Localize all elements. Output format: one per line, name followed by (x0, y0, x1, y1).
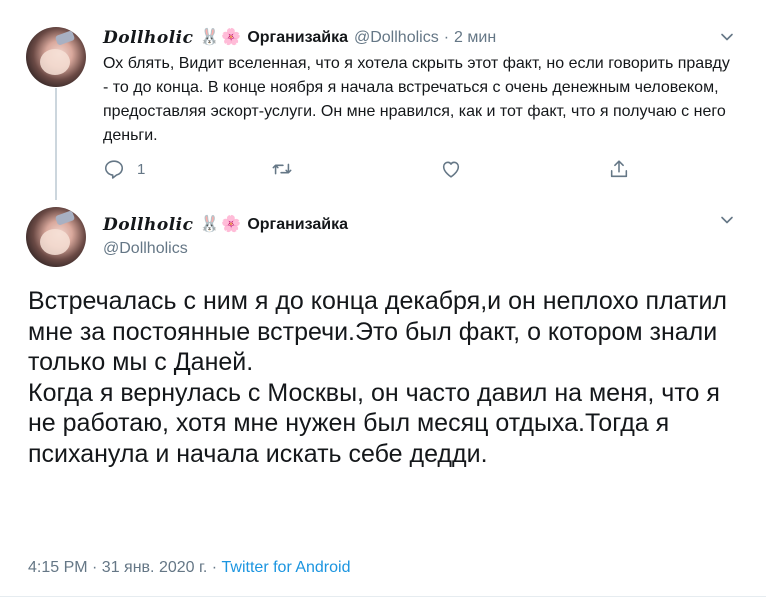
user-handle[interactable]: @Dollholics (354, 29, 439, 47)
reply-icon (104, 160, 124, 179)
display-name-suffix[interactable]: Организайка (247, 216, 348, 234)
avatar[interactable] (26, 27, 86, 87)
reply-count: 1 (137, 160, 146, 178)
heart-icon (442, 161, 460, 178)
bunny-icon: 🐰 (199, 216, 220, 233)
avatar[interactable] (26, 207, 86, 267)
tweet-header: Dollholic 🐰 🌸 Организайка @Dollholics · … (103, 27, 496, 49)
share-button[interactable] (608, 157, 630, 181)
tweet-paragraph: Встречалась с ним я до конца декабря,и о… (28, 287, 728, 376)
display-name[interactable]: Dollholic (103, 215, 193, 235)
retweet-button[interactable] (271, 157, 293, 181)
thread-connector-line (55, 88, 57, 200)
separator-dot: · (443, 29, 450, 46)
chevron-down-icon[interactable] (720, 30, 734, 44)
display-name[interactable]: Dollholic (103, 28, 193, 48)
reply-button[interactable]: 1 (103, 157, 145, 181)
bunny-icon: 🐰 (199, 29, 220, 46)
flower-icon: 🌸 (221, 29, 242, 46)
user-handle[interactable]: @Dollholics (103, 240, 188, 258)
chevron-down-icon[interactable] (720, 213, 734, 227)
timestamp[interactable]: 4:15 PM · 31 янв. 2020 г. · (28, 559, 222, 576)
tweet-actions: 1 (103, 157, 643, 185)
divider (0, 596, 766, 597)
tweet-meta: 4:15 PM · 31 янв. 2020 г. · Twitter for … (28, 559, 350, 577)
flower-icon: 🌸 (221, 216, 242, 233)
tweet-paragraph: Когда я вернулась с Москвы, он часто дав… (28, 378, 720, 468)
display-name-suffix[interactable]: Организайка (247, 29, 348, 47)
share-icon (610, 160, 628, 178)
retweet-icon (272, 163, 292, 175)
source-link[interactable]: Twitter for Android (222, 559, 351, 576)
tweet-text: Ох блять, Видит вселенная, что я хотела … (103, 55, 730, 144)
like-button[interactable] (440, 157, 462, 181)
tweet-time[interactable]: 2 мин (454, 29, 496, 47)
tweet-header: Dollholic 🐰 🌸 Организайка (103, 213, 348, 237)
tweet-text: Встречалась с ним я до конца декабря,и о… (28, 286, 728, 469)
